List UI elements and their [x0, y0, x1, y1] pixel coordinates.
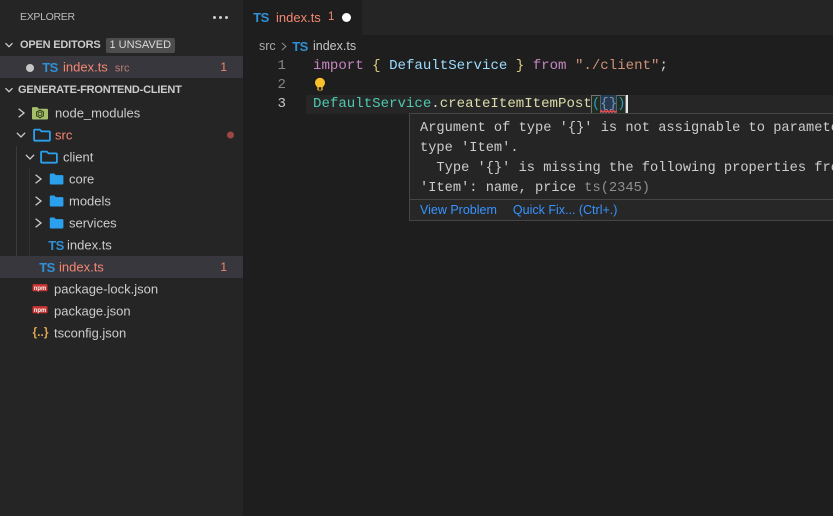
- svg-text:TS: TS: [292, 39, 308, 54]
- svg-text:TS: TS: [39, 260, 55, 275]
- svg-text:npm: npm: [34, 308, 47, 314]
- svg-text:npm: npm: [34, 286, 47, 292]
- svg-text:TS: TS: [42, 60, 58, 75]
- svg-text:TS: TS: [253, 10, 269, 25]
- svg-text:TS: TS: [48, 238, 64, 253]
